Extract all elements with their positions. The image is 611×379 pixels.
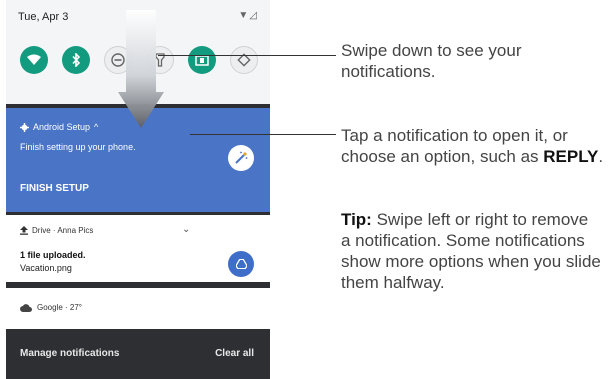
tip-label: Tip: <box>341 210 372 229</box>
gear-icon <box>20 122 29 132</box>
wifi-tile[interactable] <box>20 46 48 74</box>
setup-notification-header: Android Setup ^ <box>20 122 98 132</box>
weather-notification[interactable]: Google · 27° <box>6 288 270 329</box>
wifi-icon <box>27 54 41 65</box>
weather-header: Google · 27° <box>20 303 82 312</box>
status-icons: ▼◿ <box>238 10 258 21</box>
tip-text: Swipe left or right to remove a notifica… <box>341 210 601 292</box>
cloud-icon <box>20 303 32 312</box>
expand-icon[interactable]: ^ <box>94 122 98 132</box>
upload-icon <box>20 226 28 235</box>
clear-all-button[interactable]: Clear all <box>215 348 254 359</box>
swipe-callout: Swipe down to see your notifications. <box>341 41 522 81</box>
drive-app-name: Drive · Anna Pics <box>32 226 94 235</box>
drive-icon <box>235 259 247 269</box>
tap-callout-line <box>190 134 336 135</box>
tap-callout: Tap a notification to open it, or choose… <box>341 125 607 167</box>
drive-notification[interactable]: Drive · Anna Pics ⌄ 1 file uploaded. Vac… <box>6 215 270 282</box>
setup-wand-badge <box>228 145 254 171</box>
tap-callout-period: . <box>598 147 604 166</box>
swipe-down-arrow <box>118 10 164 128</box>
swipe-callout-line <box>158 55 336 56</box>
tip-callout: Tip: Swipe left or right to remove a not… <box>341 209 601 293</box>
tap-callout-text: Tap a notification to open it, or choose… <box>341 126 568 166</box>
bluetooth-icon <box>72 53 81 67</box>
auto-rotate-tile[interactable] <box>230 46 258 74</box>
reply-keyword: REPLY <box>543 147 599 166</box>
manage-notifications-button[interactable]: Manage notifications <box>20 348 119 359</box>
setup-app-name: Android Setup <box>33 122 91 132</box>
drive-notification-header: Drive · Anna Pics <box>20 226 93 235</box>
drive-filename: Vacation.png <box>20 263 72 273</box>
drive-title: 1 file uploaded. <box>20 250 86 260</box>
cast-tile[interactable] <box>188 46 216 74</box>
drive-badge <box>228 251 254 277</box>
weather-app-name: Google · 27° <box>37 303 83 312</box>
status-date: Tue, Apr 3 <box>18 11 69 23</box>
phone-screen: Tue, Apr 3 ▼◿ Android Setup ^ Finish set… <box>6 0 270 379</box>
bluetooth-tile[interactable] <box>62 46 90 74</box>
cast-icon <box>195 54 209 66</box>
setup-message: Finish setting up your phone. <box>20 142 136 152</box>
finish-setup-button[interactable]: FINISH SETUP <box>20 183 89 194</box>
chevron-down-icon[interactable]: ⌄ <box>182 224 190 235</box>
magic-wand-icon <box>235 151 248 164</box>
